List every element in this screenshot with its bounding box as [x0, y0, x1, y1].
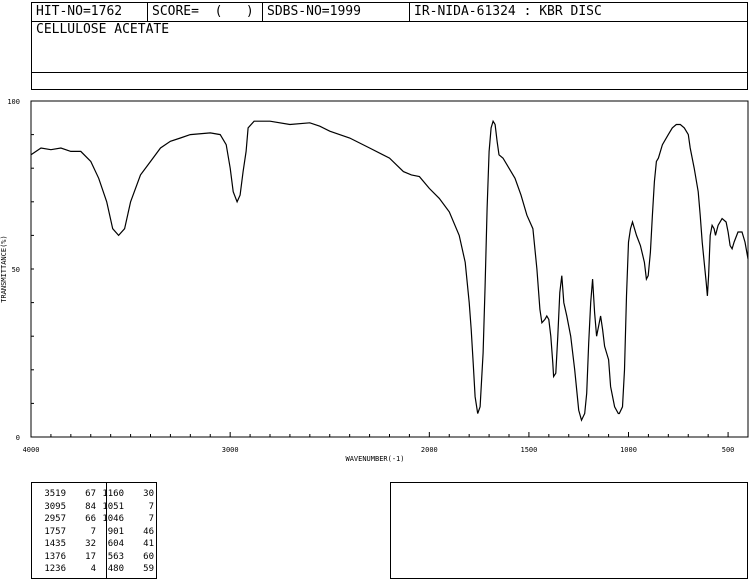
x-tick-label: 3000: [222, 446, 239, 454]
peak-wavenumber: 2957: [44, 514, 66, 524]
peak-wavenumber: 1051: [102, 501, 124, 512]
y-tick-label: 0: [16, 434, 20, 442]
peak-intensity: 7: [148, 514, 154, 524]
x-tick-label: 1500: [520, 446, 537, 454]
peak-row: 1376 17 563 60: [32, 551, 158, 563]
spectrum-line: [30, 119, 749, 422]
x-axis-label: WAVENUMBER(-1): [345, 455, 404, 463]
y-axis-ticks: 0 50 100: [7, 98, 34, 442]
y-tick-label: 50: [12, 266, 20, 274]
peak-wavenumber: 1376: [44, 551, 66, 562]
info-box: [390, 482, 748, 579]
peak-wavenumber: 1757: [44, 526, 66, 537]
peak-wavenumber: 3519: [44, 489, 66, 499]
peak-table: 3519 67 1160 30 3095 84 1051 7 2957 66 1046 7 1757 7 9…: [31, 482, 157, 579]
peak-row: 3095 84 1051 7: [32, 501, 158, 513]
peak-wavenumber: 1160: [102, 489, 124, 499]
peak-intensity: 30: [143, 489, 154, 499]
peak-wavenumber: 1236: [44, 564, 66, 574]
y-axis-label: TRANSMITTANCE(%): [0, 235, 8, 302]
peak-intensity: 4: [90, 564, 96, 574]
peak-intensity: 66: [85, 514, 96, 524]
peak-intensity: 60: [143, 551, 154, 562]
peak-intensity: 32: [85, 539, 96, 549]
peak-intensity: 7: [90, 526, 96, 537]
peak-wavenumber: 604: [107, 539, 124, 549]
y-tick-label: 100: [7, 98, 20, 106]
peak-intensity: 17: [85, 551, 96, 562]
x-tick-label: 500: [722, 446, 735, 454]
peak-intensity: 59: [143, 564, 154, 574]
peak-wavenumber: 1435: [44, 539, 66, 549]
x-axis-ticks: 4000 3000 2000 1500 1000 500: [23, 432, 749, 454]
peak-row: 3519 67 1160 30: [32, 488, 158, 500]
plot-frame: [30, 100, 749, 438]
peak-intensity: 46: [143, 526, 154, 537]
x-tick-label: 4000: [23, 446, 40, 454]
x-tick-label: 2000: [421, 446, 438, 454]
peak-intensity: 84: [85, 501, 96, 512]
peak-intensity: 7: [148, 501, 154, 512]
peak-wavenumber: 480: [107, 564, 124, 574]
peak-intensity: 67: [85, 489, 96, 499]
peak-wavenumber: 563: [107, 551, 124, 562]
peak-intensity: 41: [143, 539, 154, 549]
peak-wavenumber: 1046: [102, 514, 124, 524]
peak-row: 1757 7 901 46: [32, 526, 158, 538]
peak-wavenumber: 3095: [44, 501, 66, 512]
peak-row: 1236 4 480 59: [32, 563, 158, 575]
peak-wavenumber: 901: [107, 526, 124, 537]
peak-row: 2957 66 1046 7: [32, 513, 158, 525]
peak-row: 1435 32 604 41: [32, 538, 158, 550]
x-tick-label: 1000: [620, 446, 637, 454]
